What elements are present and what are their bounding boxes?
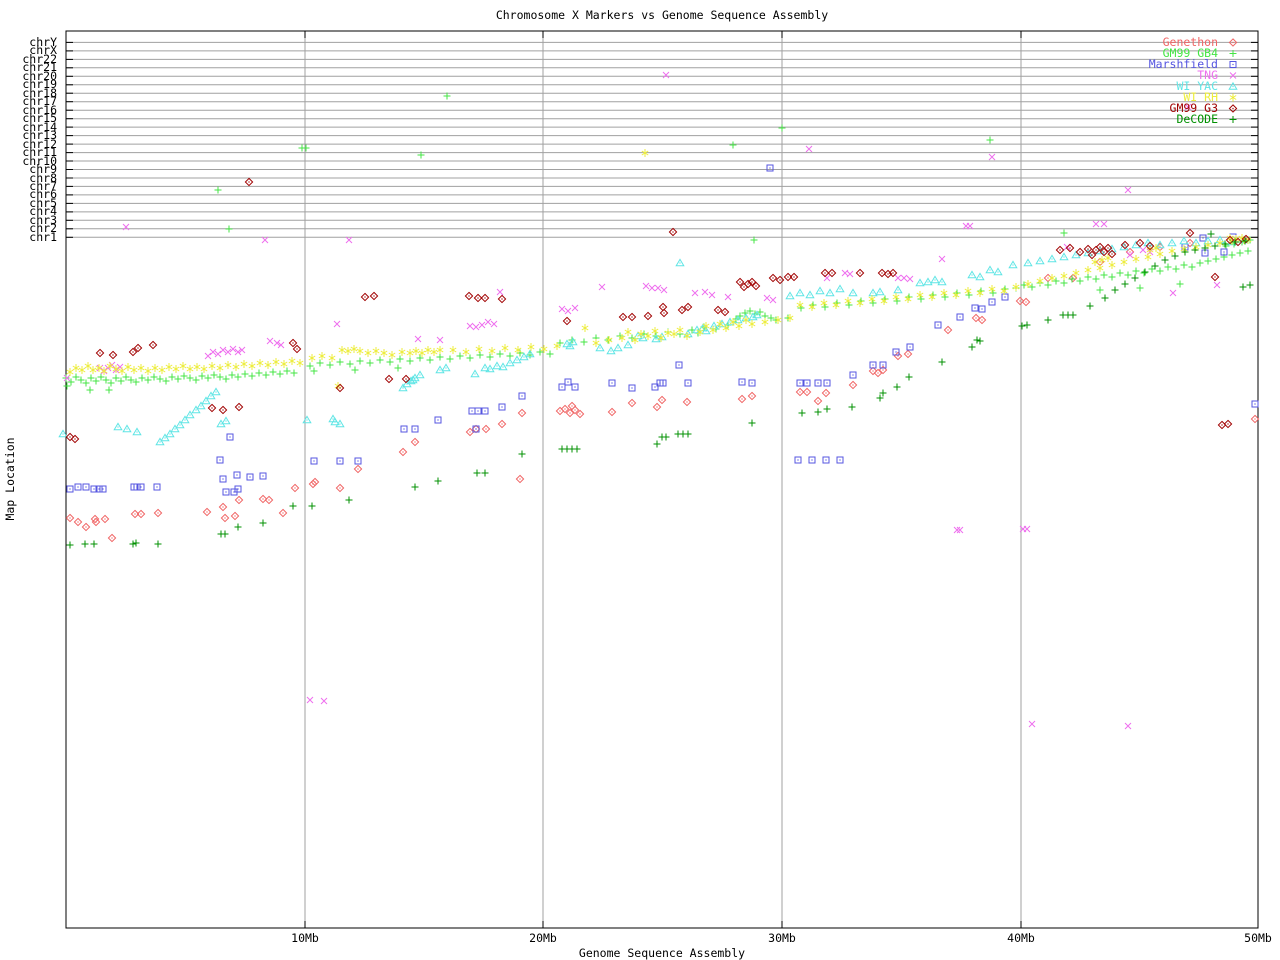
marker-dot [1232,42,1233,43]
legend-marker-icon [1225,70,1241,81]
marker-dot [1232,86,1233,87]
chart-canvas: Chromosome X Markers vs Genome Sequence … [0,0,1280,960]
marker-dot [1232,108,1233,109]
legend-marker-icon [1225,48,1241,59]
marker [1230,50,1237,57]
x-tick-label: 10Mb [285,931,325,945]
marker [1230,116,1237,123]
legend-label: DeCODE [1176,114,1218,125]
legend-item: Marshfield [1149,59,1241,70]
legend-marker-icon [1225,59,1241,70]
marker [1230,94,1236,102]
legend-marker-icon [1225,81,1241,92]
x-tick-label: 40Mb [1001,931,1041,945]
marker [1230,73,1236,79]
x-tick-label: 30Mb [762,931,802,945]
x-tick-labels: 10Mb 20Mb 30Mb 40Mb 50Mb [0,0,1280,960]
legend-marker-icon [1225,92,1241,103]
marker-dot [1232,64,1233,65]
legend-marker-icon [1225,114,1241,125]
x-tick-label: 20Mb [523,931,563,945]
legend-item: DeCODE [1149,114,1241,125]
legend-marker-icon [1225,37,1241,48]
legend-marker-icon [1225,103,1241,114]
legend: GenethonGM99 GB4MarshfieldTNGWI YACWI RH… [1149,37,1241,125]
x-tick-label: 50Mb [1238,931,1278,945]
